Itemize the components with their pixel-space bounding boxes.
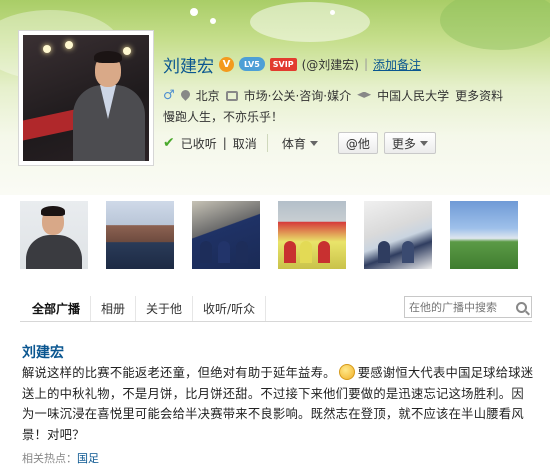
profile-tab-bar: 全部广播 相册 关于他 收听/听众 (20, 296, 532, 322)
person-body (26, 235, 82, 269)
hot-topics-label: 相关热点： (22, 452, 77, 465)
profile-info-row: ♂ 北京 市场·公关·咨询·媒介 中国人民大学 更多资料 (163, 87, 503, 104)
tab-album[interactable]: 相册 (91, 296, 137, 321)
related-hot-topics: 相关热点：国足 (22, 450, 99, 466)
person-figure (218, 241, 230, 263)
photo-thumbnail[interactable] (106, 201, 174, 269)
avatar[interactable] (18, 30, 154, 166)
person-hair (41, 206, 65, 216)
level-badge[interactable]: LV5 (239, 57, 265, 71)
profile-name-row: 刘建宏 V LV5 SVIP (@刘建宏) | 添加备注 (163, 52, 421, 77)
male-icon: ♂ (163, 88, 175, 103)
mention-button[interactable]: @他 (337, 132, 378, 154)
person-figure (200, 241, 212, 263)
banner-decoration (330, 10, 335, 15)
location-icon (181, 90, 190, 101)
graduation-cap-icon (357, 91, 372, 98)
person-figure (236, 241, 248, 263)
unfollow-link[interactable]: 取消 (233, 135, 257, 152)
post-search-input[interactable] (409, 300, 509, 314)
profile-bio: 慢跑人生，不亦乐乎！ (163, 110, 284, 124)
hot-topic-link[interactable]: 国足 (77, 452, 99, 465)
tab-following[interactable]: 收听/听众 (193, 296, 267, 321)
add-remark-link[interactable]: 添加备注 (373, 56, 421, 73)
person-figure (284, 241, 296, 263)
stage-light (65, 41, 73, 49)
photo-thumbnail[interactable] (278, 201, 346, 269)
post-text-part1: 解说这样的比赛不能返老还童，但绝对有助于延年益寿。 (22, 366, 336, 380)
follow-actions: ✔ 已收听 | 取消 体育 @他 更多 (163, 132, 436, 154)
post-search-box (404, 296, 532, 318)
more-button[interactable]: 更多 (383, 132, 436, 154)
more-info-link[interactable]: 更多资料 (455, 87, 503, 104)
person-hair (94, 51, 122, 63)
profile-name[interactable]: 刘建宏 (163, 52, 214, 77)
separator: | (222, 136, 227, 150)
stage-light (43, 45, 51, 53)
more-button-label: 更多 (391, 136, 416, 151)
person-figure (318, 241, 330, 263)
tab-about[interactable]: 关于他 (136, 296, 194, 321)
photo-thumbnail[interactable] (450, 201, 518, 269)
banner-decoration (250, 2, 370, 42)
profile-location: 北京 (195, 89, 220, 103)
profile-handle: (@刘建宏) (301, 57, 359, 72)
verified-icon[interactable]: V (219, 56, 234, 72)
chevron-down-icon (419, 140, 428, 146)
check-icon: ✔ (163, 135, 175, 151)
profile-industry: 市场·公关·咨询·媒介 (243, 89, 352, 103)
group-dropdown[interactable]: 体育 (278, 135, 322, 152)
divider (266, 134, 268, 152)
mention-button-label: @他 (345, 136, 370, 151)
group-label: 体育 (281, 136, 306, 151)
post-body: 解说这样的比赛不能返老还童，但绝对有助于延年益寿。 要感谢恒大代表中国足球给球迷送… (22, 363, 534, 445)
photo-thumbnail[interactable] (364, 201, 432, 269)
photo-strip (20, 201, 532, 271)
vip-badge[interactable]: SVIP (269, 57, 297, 71)
person-figure (300, 241, 312, 263)
thinking-emoji-icon (338, 364, 355, 380)
profile-school: 中国人民大学 (377, 89, 450, 103)
person-figure (378, 241, 390, 263)
photo-thumbnail[interactable] (20, 201, 88, 269)
banner-decoration (210, 18, 216, 24)
avatar-image (23, 35, 149, 161)
banner-decoration (440, 0, 550, 50)
banner-decoration (190, 8, 198, 16)
separator: | (363, 57, 368, 71)
followed-status: 已收听 (180, 136, 217, 151)
briefcase-icon (225, 90, 238, 101)
person-figure (402, 241, 414, 263)
tab-all-posts[interactable]: 全部广播 (20, 296, 92, 321)
post-author[interactable]: 刘建宏 (22, 342, 64, 362)
chevron-down-icon (309, 140, 318, 146)
photo-thumbnail[interactable] (192, 201, 260, 269)
stage-light (123, 47, 131, 55)
search-icon[interactable] (516, 301, 527, 313)
